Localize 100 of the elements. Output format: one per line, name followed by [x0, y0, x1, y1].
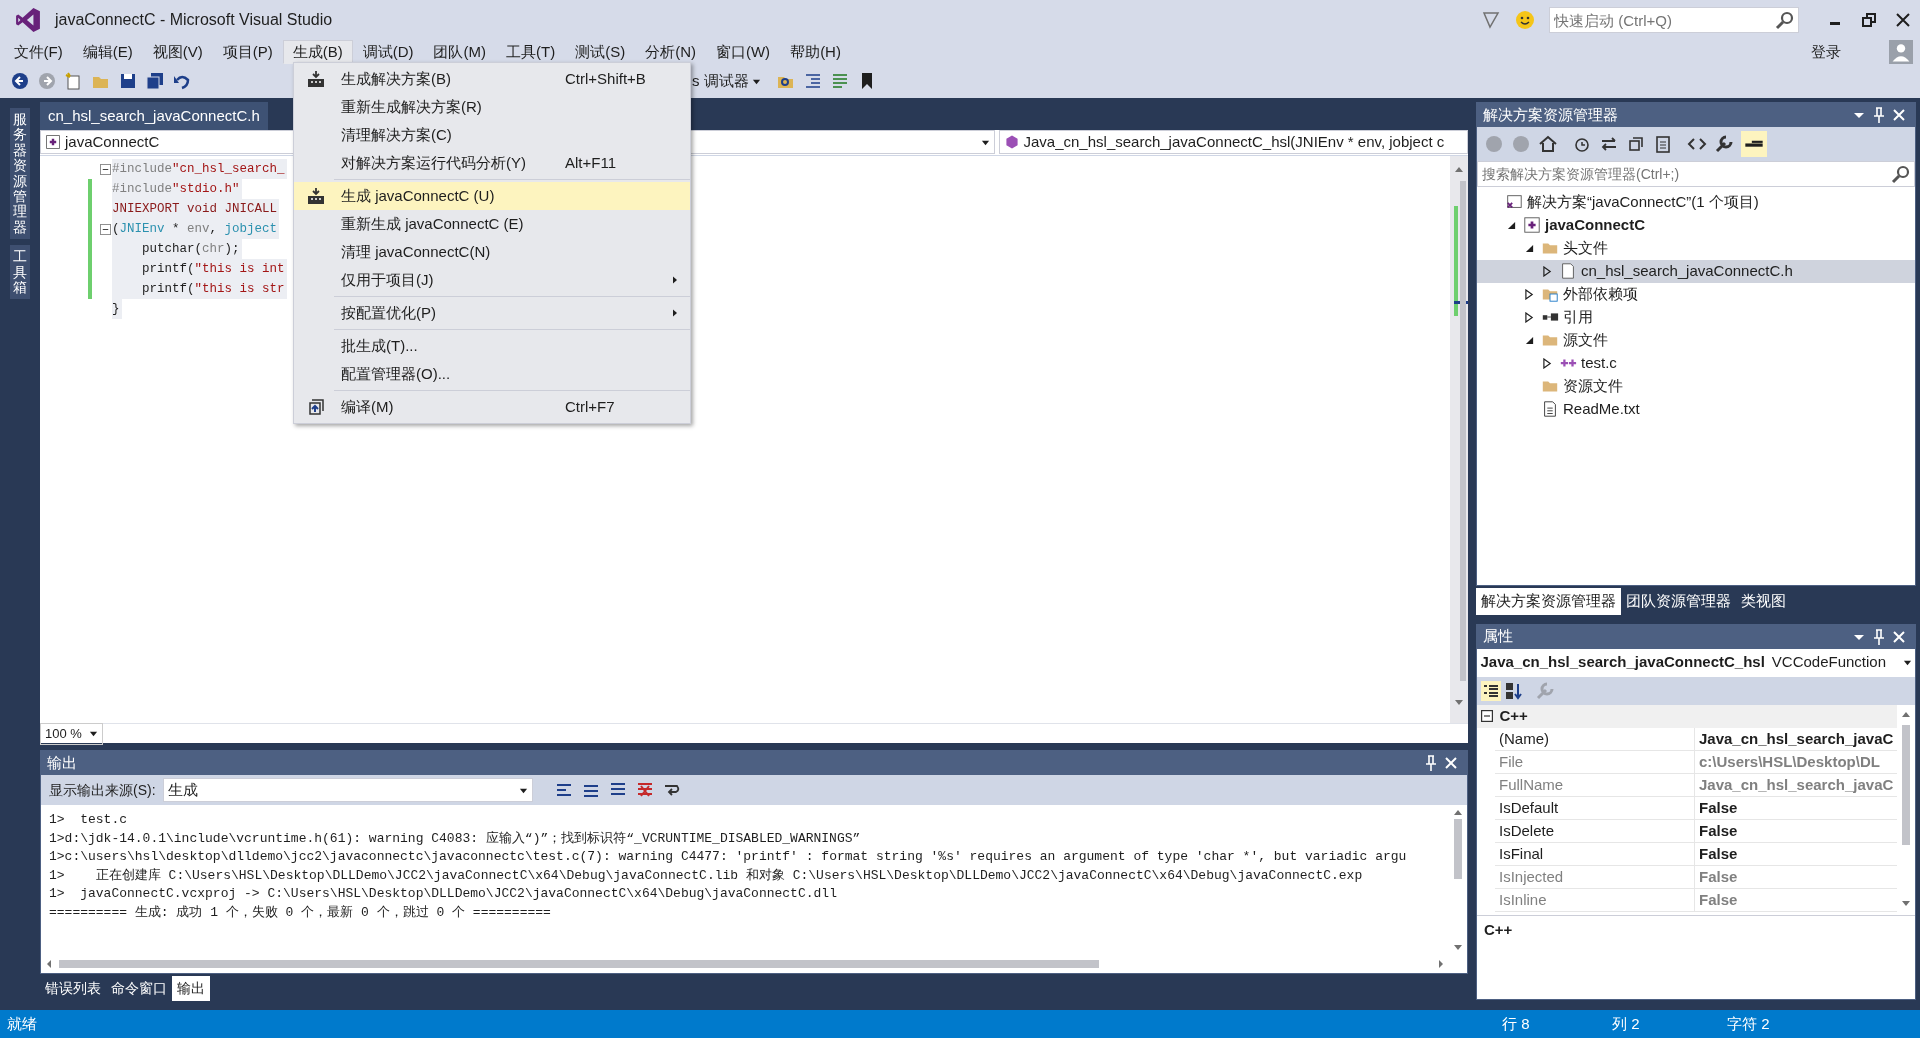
property-name: File — [1495, 750, 1695, 773]
menu-item[interactable]: 编译(M) Ctrl+F7 — [294, 393, 690, 421]
save-all-icon[interactable] — [145, 71, 165, 91]
panel-tab[interactable]: 解决方案资源管理器 — [1476, 588, 1621, 615]
menu-item[interactable]: 工具(T) — [496, 40, 566, 64]
menu-item[interactable]: 对解决方案运行代码分析(Y) Alt+F11 — [294, 149, 690, 177]
menu-item[interactable]: 批生成(T)... — [294, 332, 690, 360]
object-selector[interactable]: Java_cn_hsl_search_javaConnectC_hsl VCCodeFunction — [1477, 648, 1915, 677]
property-value[interactable]: Java_cn_hsl_search_javaC — [1695, 773, 1897, 796]
collapse-icon[interactable] — [1480, 710, 1493, 722]
line-indicator: 行 8 — [1502, 1013, 1531, 1034]
panel-tab[interactable]: 命令窗口 — [106, 976, 172, 1002]
search-icon — [1775, 10, 1795, 30]
side-tab[interactable]: 工具箱 — [10, 245, 30, 300]
property-name: IsDefault — [1495, 796, 1695, 819]
menu-item[interactable]: 窗口(W) — [705, 40, 781, 64]
description-heading: C++ — [1484, 921, 1513, 938]
tree-item[interactable]: ReadMe.txt — [1477, 397, 1915, 421]
output-line: 1>c:\users\hsl\desktop\dlldemo\jcc2\javaconnectc\javaconnectc\test.c(7): warning C4477: 'printf' : format string '%s' requires an argument of type 'char *', but variadic argu — [49, 848, 1408, 867]
menu-item[interactable]: 清理解决方案(C) — [294, 121, 690, 149]
collapse-all-icon[interactable] — [1626, 134, 1646, 154]
menu-item[interactable]: 编辑(E) — [72, 40, 143, 64]
tree-item[interactable]: 源文件 — [1477, 328, 1915, 352]
panel-title: 输出 — [47, 753, 77, 773]
menu-item[interactable]: 视图(V) — [142, 40, 213, 64]
feedback-flag-icon[interactable] — [1481, 10, 1501, 30]
clipboard-icon[interactable] — [1653, 134, 1673, 154]
expanded-icon[interactable] — [1506, 220, 1516, 230]
categorized-icon[interactable] — [1480, 680, 1501, 701]
member-combo[interactable]: Java_cn_hsl_search_javaConnectC_hsl(JNIEnv * env, jobject c — [998, 130, 1468, 154]
collapsed-icon[interactable] — [1524, 288, 1534, 300]
panel-tab[interactable]: 团队资源管理器 — [1621, 588, 1736, 615]
property-value[interactable]: Java_cn_hsl_search_javaC — [1695, 727, 1897, 750]
user-avatar-icon[interactable] — [1888, 40, 1913, 64]
menu-item[interactable]: 生成解决方案(B) Ctrl+Shift+B — [294, 65, 690, 93]
tree-item[interactable]: test.c — [1477, 351, 1915, 375]
project-icon — [1523, 216, 1541, 234]
collapse-icon[interactable] — [100, 163, 111, 175]
solution-icon — [1505, 193, 1523, 211]
property-value[interactable]: False — [1695, 842, 1897, 865]
menu-item[interactable]: 调试(D) — [352, 40, 424, 64]
output-source-combo[interactable]: 生成 — [162, 778, 533, 803]
menu-item[interactable]: 分析(N) — [635, 40, 706, 64]
tree-item[interactable]: 解决方案“javaConnectC”(1 个项目) — [1477, 190, 1915, 214]
smiley-icon[interactable] — [1515, 10, 1535, 30]
search-field[interactable]: 搜索解决方案资源管理器(Ctrl+;) — [1477, 161, 1915, 187]
tree-item[interactable]: 引用 — [1477, 305, 1915, 329]
debugger-dropdown[interactable]: s 调试器 — [692, 69, 770, 93]
property-value[interactable]: False — [1695, 865, 1897, 888]
menu-item[interactable]: 团队(M) — [423, 40, 496, 64]
menu-item[interactable]: 配置管理器(O)... — [294, 360, 690, 388]
restore-icon[interactable] — [1859, 10, 1879, 30]
compile-icon — [306, 397, 326, 417]
property-name: IsInline — [1495, 888, 1695, 911]
menu-item[interactable]: 重新生成解决方案(R) — [294, 93, 690, 121]
field-label: 显示输出来源(S): — [49, 780, 156, 800]
sort-alphabetical-icon[interactable] — [1504, 680, 1524, 701]
tree-item[interactable]: 头文件 — [1477, 236, 1915, 260]
menu-item[interactable]: 仅用于项目(J) — [294, 266, 690, 294]
character-indicator: 字符 2 — [1727, 1013, 1770, 1034]
property-value[interactable]: False — [1695, 796, 1897, 819]
panel-tab[interactable]: 错误列表 — [40, 976, 106, 1002]
collapsed-icon[interactable] — [1524, 311, 1534, 323]
property-name: (Name) — [1495, 727, 1695, 750]
output-line: 1> 正在创建库 C:\Users\HSL\Desktop\DLLDemo\JCC2\javaConnectC\x64\Debug\javaConnectC.lib 和对象 C:\Users\HSL\Desktop\DLLDemo\JCC2\javaConnectC\x64\Debug\javaConnectC.exp — [49, 866, 1364, 885]
home-icon[interactable] — [1538, 134, 1558, 154]
menu-item[interactable]: 重新生成 javaConnectC (E) — [294, 210, 690, 238]
menu-item[interactable]: 帮助(H) — [780, 40, 851, 64]
menu-item[interactable]: 生成(B) — [282, 40, 353, 64]
quick-launch-field[interactable]: 快速启动 (Ctrl+Q) — [1549, 7, 1799, 33]
caret-icon — [88, 729, 98, 739]
expanded-icon[interactable] — [1524, 243, 1534, 253]
tree-item[interactable]: 外部依赖项 — [1477, 282, 1915, 306]
property-value[interactable]: False — [1695, 888, 1897, 911]
document-tab[interactable]: cn_hsl_search_javaConnectC.h — [40, 102, 268, 131]
menu-item[interactable]: 项目(P) — [212, 40, 283, 64]
preview-toggle-icon[interactable] — [1741, 131, 1767, 157]
menu-item[interactable]: 文件(F) — [3, 40, 73, 64]
build-icon — [306, 186, 326, 206]
tree-item[interactable]: cn_hsl_search_javaConnectC.h — [1477, 259, 1915, 283]
side-tab[interactable]: 服务器资源管理器 — [10, 108, 30, 240]
property-value[interactable]: c:\Users\HSL\Desktop\DL — [1695, 750, 1897, 773]
collapsed-icon[interactable] — [1542, 357, 1552, 369]
collapsed-icon[interactable] — [1542, 265, 1552, 277]
zoom-combo[interactable]: 100 % — [40, 723, 103, 745]
property-value[interactable]: False — [1695, 819, 1897, 842]
panel-tab[interactable]: 输出 — [172, 976, 210, 1002]
save-icon[interactable] — [118, 71, 138, 91]
menu-item[interactable]: 按配置优化(P) — [294, 299, 690, 327]
tree-item[interactable]: 资源文件 — [1477, 374, 1915, 398]
panel-tab[interactable]: 类视图 — [1736, 588, 1791, 615]
wrench-icon[interactable] — [1714, 134, 1734, 154]
menu-item[interactable]: 生成 javaConnectC (U) — [294, 182, 690, 210]
expanded-icon[interactable] — [1524, 335, 1534, 345]
tree-item[interactable]: javaConnectC — [1477, 213, 1915, 237]
menu-item[interactable]: 清理 javaConnectC(N) — [294, 238, 690, 266]
sign-in-link[interactable]: 登录 — [1810, 40, 1841, 64]
menu-item[interactable]: 测试(S) — [565, 40, 636, 64]
collapse-icon[interactable] — [100, 223, 111, 235]
output-line: 1>d:\jdk-14.0.1\include\vcruntime.h(61): warning C4083: 应输入“)”；找到标识符“_VCRUNTIME_DISABLED_WARNINGS” — [49, 829, 862, 848]
